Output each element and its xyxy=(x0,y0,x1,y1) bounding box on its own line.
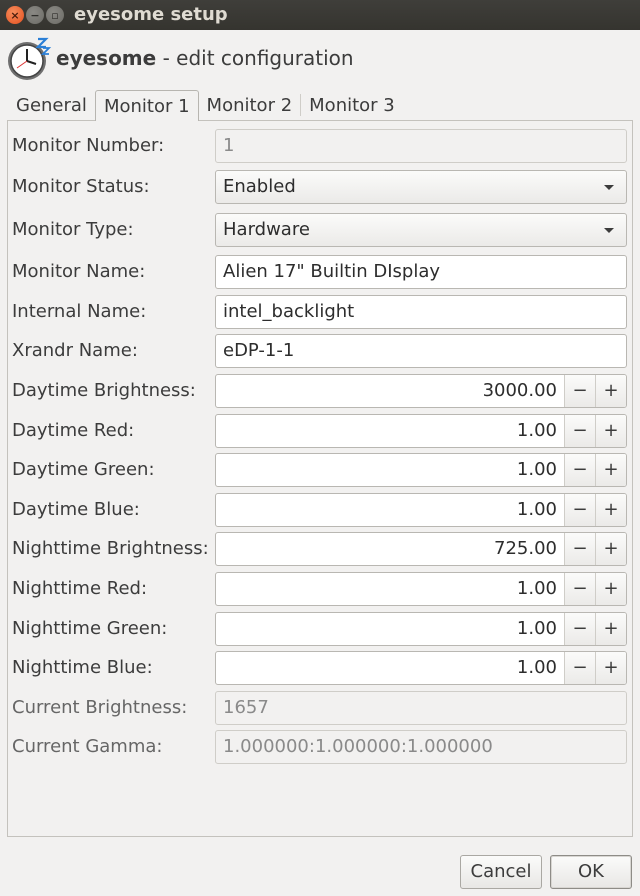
clock-zz-icon xyxy=(8,37,52,80)
nighttime-blue-value[interactable]: 1.00 xyxy=(216,652,564,684)
tab-monitor-2[interactable]: Monitor 2 xyxy=(199,90,301,120)
daytime-green-decrement-button[interactable]: − xyxy=(564,454,595,486)
nighttime-green-decrement-button[interactable]: − xyxy=(564,613,595,645)
nighttime-brightness-decrement-button[interactable]: − xyxy=(564,533,595,565)
nighttime-red-decrement-button[interactable]: − xyxy=(564,573,595,605)
monitor-type-value: Hardware xyxy=(223,219,310,240)
row-monitor-name: Monitor Name: Alien 17" Builtin DIsplay xyxy=(0,255,640,289)
nighttime-brightness-value[interactable]: 725.00 xyxy=(216,533,564,565)
monitor-number-label: Monitor Number: xyxy=(12,135,165,156)
monitor-type-dropdown[interactable]: Hardware xyxy=(215,213,627,247)
row-nighttime-brightness: Nighttime Brightness: 725.00 − + xyxy=(0,532,640,566)
daytime-red-increment-button[interactable]: + xyxy=(595,415,626,447)
nighttime-red-label: Nighttime Red: xyxy=(12,578,148,599)
tab-monitor-3[interactable]: Monitor 3 xyxy=(301,90,403,120)
monitor-name-label: Monitor Name: xyxy=(12,261,146,282)
daytime-red-decrement-button[interactable]: − xyxy=(564,415,595,447)
title-bar[interactable]: × − ▫ eyesome setup xyxy=(0,0,640,30)
current-brightness-field: 1657 xyxy=(215,691,627,725)
row-monitor-number: Monitor Number: 1 xyxy=(0,129,640,163)
daytime-brightness-label: Daytime Brightness: xyxy=(12,380,196,401)
row-daytime-green: Daytime Green: 1.00 − + xyxy=(0,453,640,487)
xrandr-name-label: Xrandr Name: xyxy=(12,340,138,361)
monitor-name-input[interactable]: Alien 17" Builtin DIsplay xyxy=(215,255,627,289)
daytime-green-label: Daytime Green: xyxy=(12,459,155,480)
nighttime-blue-spinbox[interactable]: 1.00 − + xyxy=(215,651,627,685)
row-current-brightness: Current Brightness: 1657 xyxy=(0,691,640,725)
monitor-type-label: Monitor Type: xyxy=(12,219,134,240)
daytime-green-spinbox[interactable]: 1.00 − + xyxy=(215,453,627,487)
nighttime-green-value[interactable]: 1.00 xyxy=(216,613,564,645)
row-daytime-blue: Daytime Blue: 1.00 − + xyxy=(0,493,640,527)
tab-general[interactable]: General xyxy=(8,90,95,120)
monitor-status-dropdown[interactable]: Enabled xyxy=(215,170,627,204)
daytime-blue-value[interactable]: 1.00 xyxy=(216,494,564,526)
daytime-red-label: Daytime Red: xyxy=(12,420,135,441)
minimize-window-button[interactable]: − xyxy=(26,6,44,24)
close-icon: × xyxy=(10,8,20,22)
chevron-down-icon xyxy=(604,185,614,190)
nighttime-red-spinbox[interactable]: 1.00 − + xyxy=(215,572,627,606)
daytime-brightness-decrement-button[interactable]: − xyxy=(564,375,595,407)
nighttime-brightness-label: Nighttime Brightness: xyxy=(12,538,209,559)
current-gamma-label: Current Gamma: xyxy=(12,736,163,757)
current-brightness-label: Current Brightness: xyxy=(12,697,188,718)
daytime-red-spinbox[interactable]: 1.00 − + xyxy=(215,414,627,448)
nighttime-green-label: Nighttime Green: xyxy=(12,618,168,639)
monitor-status-label: Monitor Status: xyxy=(12,176,150,197)
daytime-brightness-spinbox[interactable]: 3000.00 − + xyxy=(215,374,627,408)
daytime-brightness-increment-button[interactable]: + xyxy=(595,375,626,407)
nighttime-red-value[interactable]: 1.00 xyxy=(216,573,564,605)
nighttime-blue-increment-button[interactable]: + xyxy=(595,652,626,684)
internal-name-label: Internal Name: xyxy=(12,301,147,322)
internal-name-input[interactable]: intel_backlight xyxy=(215,295,627,329)
daytime-red-value[interactable]: 1.00 xyxy=(216,415,564,447)
row-monitor-status: Monitor Status: Enabled xyxy=(0,170,640,204)
chevron-down-icon xyxy=(604,228,614,233)
row-monitor-type: Monitor Type: Hardware xyxy=(0,213,640,247)
row-xrandr-name: Xrandr Name: eDP-1-1 xyxy=(0,334,640,368)
current-gamma-field: 1.000000:1.000000:1.000000 xyxy=(215,730,627,764)
close-window-button[interactable]: × xyxy=(6,6,24,24)
nighttime-brightness-spinbox[interactable]: 725.00 − + xyxy=(215,532,627,566)
header-app-name: eyesome xyxy=(56,46,157,70)
row-daytime-brightness: Daytime Brightness: 3000.00 − + xyxy=(0,374,640,408)
row-nighttime-red: Nighttime Red: 1.00 − + xyxy=(0,572,640,606)
row-nighttime-blue: Nighttime Blue: 1.00 − + xyxy=(0,651,640,685)
nighttime-red-increment-button[interactable]: + xyxy=(595,573,626,605)
window-title: eyesome setup xyxy=(74,4,228,25)
row-current-gamma: Current Gamma: 1.000000:1.000000:1.00000… xyxy=(0,730,640,764)
tab-monitor-1[interactable]: Monitor 1 xyxy=(94,90,199,121)
cancel-button[interactable]: Cancel xyxy=(460,855,542,889)
nighttime-brightness-increment-button[interactable]: + xyxy=(595,533,626,565)
daytime-blue-decrement-button[interactable]: − xyxy=(564,494,595,526)
row-daytime-red: Daytime Red: 1.00 − + xyxy=(0,414,640,448)
daytime-blue-increment-button[interactable]: + xyxy=(595,494,626,526)
daytime-green-increment-button[interactable]: + xyxy=(595,454,626,486)
header-title: eyesome - edit configuration xyxy=(56,46,354,70)
nighttime-blue-label: Nighttime Blue: xyxy=(12,657,153,678)
maximize-icon: ▫ xyxy=(51,8,59,22)
nighttime-blue-decrement-button[interactable]: − xyxy=(564,652,595,684)
tab-bar: General Monitor 1 Monitor 2 Monitor 3 xyxy=(8,90,403,121)
monitor-number-field: 1 xyxy=(215,129,627,163)
minimize-icon: − xyxy=(30,8,40,22)
xrandr-name-input[interactable]: eDP-1-1 xyxy=(215,334,627,368)
nighttime-green-increment-button[interactable]: + xyxy=(595,613,626,645)
daytime-blue-spinbox[interactable]: 1.00 − + xyxy=(215,493,627,527)
row-nighttime-green: Nighttime Green: 1.00 − + xyxy=(0,612,640,646)
ok-button[interactable]: OK xyxy=(550,855,632,889)
daytime-brightness-value[interactable]: 3000.00 xyxy=(216,375,564,407)
row-internal-name: Internal Name: intel_backlight xyxy=(0,295,640,329)
daytime-green-value[interactable]: 1.00 xyxy=(216,454,564,486)
maximize-window-button[interactable]: ▫ xyxy=(46,6,64,24)
daytime-blue-label: Daytime Blue: xyxy=(12,499,140,520)
header-subtitle: - edit configuration xyxy=(156,46,354,70)
monitor-status-value: Enabled xyxy=(223,176,296,197)
nighttime-green-spinbox[interactable]: 1.00 − + xyxy=(215,612,627,646)
